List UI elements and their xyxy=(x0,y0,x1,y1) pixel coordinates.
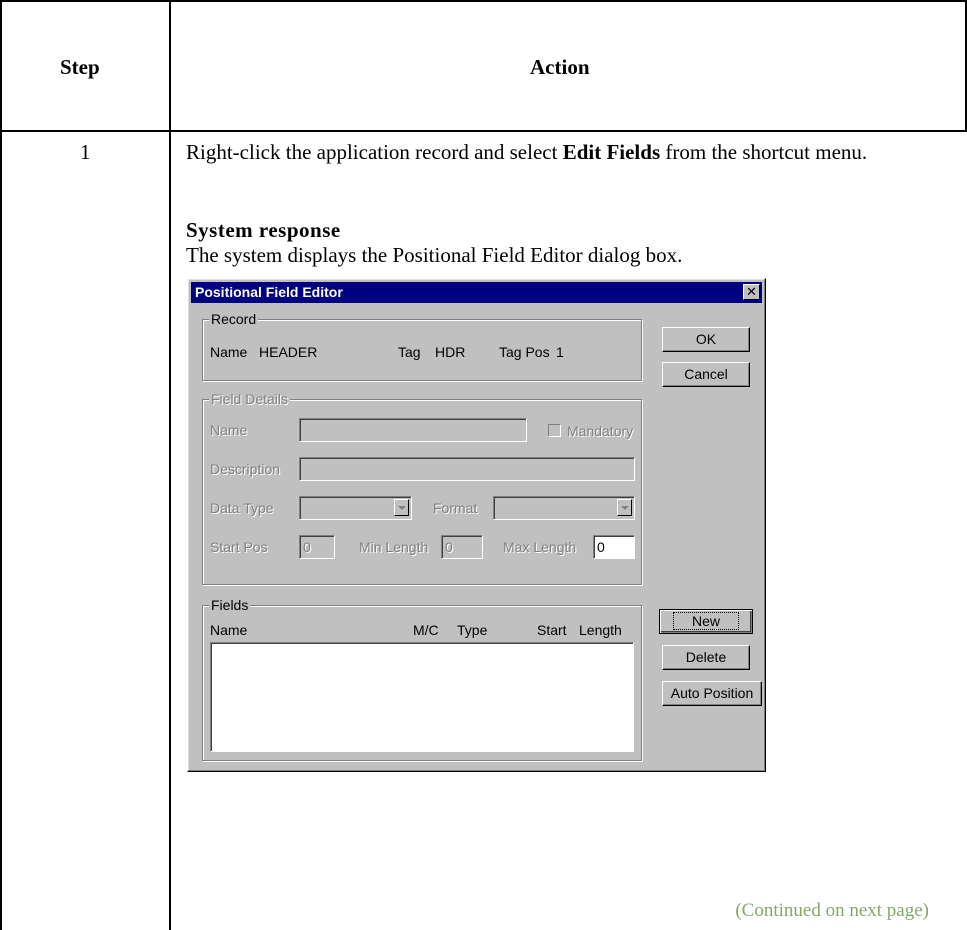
description-input[interactable] xyxy=(299,457,635,481)
system-response-heading: System response xyxy=(186,218,341,242)
field-name-input[interactable] xyxy=(299,418,527,442)
action-column-header: Action xyxy=(530,55,590,79)
step-column-header: Step xyxy=(60,55,100,79)
fields-listbox[interactable] xyxy=(210,642,634,752)
column-header-type: Type xyxy=(457,622,488,638)
format-select[interactable] xyxy=(493,496,635,520)
record-tag-value: HDR xyxy=(435,344,466,360)
step-number: 1 xyxy=(80,140,91,164)
data-type-label: Data Type xyxy=(210,500,274,516)
column-header-mc: M/C xyxy=(413,622,439,638)
new-button-label: New xyxy=(672,612,740,630)
instruction-bold: Edit Fields xyxy=(562,140,661,164)
instruction-prefix: Right-click the application record and s… xyxy=(186,140,563,164)
mandatory-checkbox[interactable] xyxy=(548,424,561,437)
field-details-group-label: Field Details xyxy=(209,391,291,407)
chevron-down-icon[interactable] xyxy=(394,499,409,516)
fields-group: Fields Name M/C Type Start Length xyxy=(202,597,642,761)
min-length-label: Min Length xyxy=(359,539,429,555)
max-length-value: 0 xyxy=(597,539,605,555)
dialog-titlebar[interactable]: Positional Field Editor ✕ xyxy=(191,282,762,303)
continued-note: (Continued on next page) xyxy=(735,900,929,921)
column-header-length: Length xyxy=(579,622,622,638)
instruction-suffix: from the shortcut menu. xyxy=(660,140,868,164)
table-column-divider xyxy=(169,0,171,930)
record-name-label: Name xyxy=(210,344,248,360)
delete-button[interactable]: Delete xyxy=(662,645,750,670)
start-pos-label: Start Pos xyxy=(210,539,268,555)
data-type-select[interactable] xyxy=(299,496,412,520)
max-length-label: Max Length xyxy=(503,539,577,555)
record-name-value: HEADER xyxy=(259,344,318,360)
start-pos-input[interactable]: 0 xyxy=(299,535,335,559)
step-instruction: Right-click the application record and s… xyxy=(186,139,926,166)
table-top-border xyxy=(0,0,967,2)
field-name-label: Name xyxy=(210,422,248,438)
record-tagpos-value: 1 xyxy=(556,344,564,360)
auto-position-button[interactable]: Auto Position xyxy=(662,681,762,706)
table-header-divider xyxy=(0,130,967,132)
record-group: Record Name HEADER Tag HDR Tag Pos 1 xyxy=(202,311,642,381)
start-pos-value: 0 xyxy=(303,539,311,555)
record-group-label: Record xyxy=(209,311,259,327)
record-tag-label: Tag xyxy=(398,344,421,360)
positional-field-editor-dialog: Positional Field Editor ✕ Record Name HE… xyxy=(187,278,766,772)
column-header-name: Name xyxy=(210,622,248,638)
close-icon[interactable]: ✕ xyxy=(743,284,760,300)
max-length-input[interactable]: 0 xyxy=(593,535,635,559)
system-response-text: The system displays the Positional Field… xyxy=(186,243,683,267)
format-label: Format xyxy=(433,500,478,516)
chevron-down-icon[interactable] xyxy=(617,499,632,516)
min-length-value: 0 xyxy=(445,539,453,555)
min-length-input[interactable]: 0 xyxy=(441,535,483,559)
new-button[interactable]: New xyxy=(659,609,753,634)
description-label: Description xyxy=(210,461,281,477)
record-tagpos-label: Tag Pos xyxy=(499,344,550,360)
ok-button[interactable]: OK xyxy=(662,327,750,352)
dialog-title: Positional Field Editor xyxy=(195,284,343,300)
fields-group-label: Fields xyxy=(209,597,251,613)
column-header-start: Start xyxy=(537,622,567,638)
table-left-border xyxy=(0,0,2,930)
cancel-button[interactable]: Cancel xyxy=(662,362,750,387)
mandatory-label: Mandatory xyxy=(567,423,634,439)
field-details-group: Field Details Name Mandatory Description… xyxy=(202,391,642,585)
